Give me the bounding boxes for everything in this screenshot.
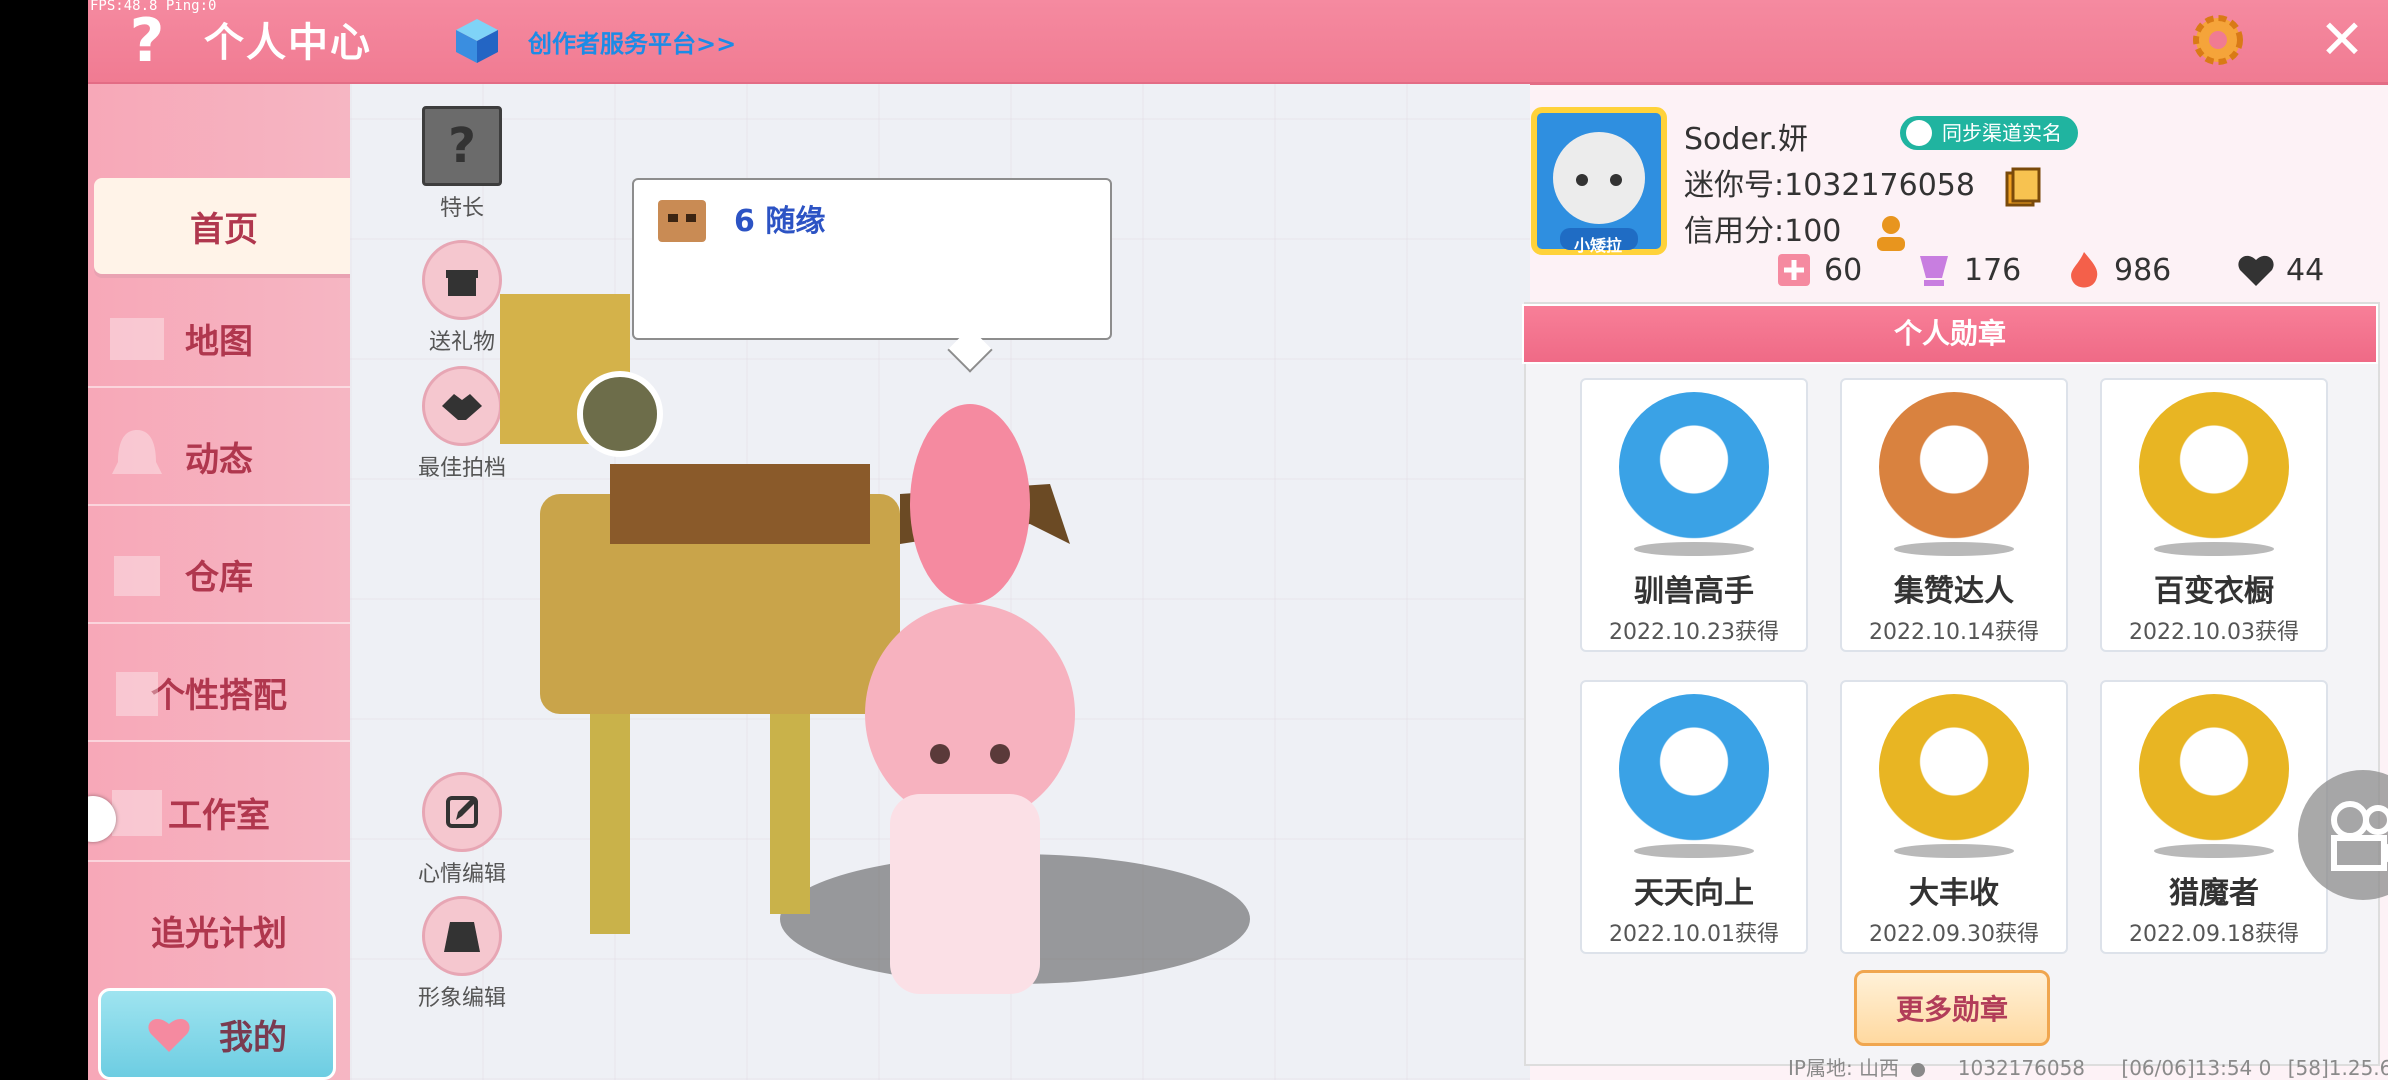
medal-shadow (1894, 542, 2014, 556)
sidebar-item-label: 动态 (185, 439, 253, 480)
sidebar-item-label: 工作室 (168, 795, 270, 836)
stat-heart: 44 (2236, 250, 2324, 290)
sidebar-item-studio[interactable]: 工作室 (88, 764, 350, 862)
credit-text: 信用分:100 (1684, 214, 1842, 249)
medal-card[interactable]: 驯兽高手 2022.10.23获得 (1580, 378, 1808, 652)
medal-icon (1879, 392, 2029, 542)
sync-realname-button[interactable]: 同步渠道实名 (1900, 116, 2078, 150)
medal-card[interactable]: 天天向上 2022.10.01获得 (1580, 680, 1808, 954)
question-icon: ? (422, 106, 502, 186)
page-title: 个人中心 (204, 20, 372, 66)
medal-card[interactable]: 百变衣橱 2022.10.03获得 (2100, 378, 2328, 652)
copy-icon[interactable] (2005, 167, 2041, 207)
trophy-icon (1920, 256, 1948, 286)
info-icon[interactable] (1911, 1062, 1926, 1077)
map-icon (110, 318, 164, 360)
credit-person-icon[interactable] (1871, 213, 1911, 253)
shirt-icon (116, 672, 158, 716)
gear-icon[interactable] (2186, 8, 2250, 72)
character-with-mount-image[interactable] (470, 234, 1190, 1054)
sidebar-item-map[interactable]: 地图 (88, 290, 350, 388)
stat-value: 986 (2114, 252, 2172, 288)
sidebar-item-outfit[interactable]: 个性搭配 (88, 644, 350, 742)
medal-date: 2022.10.03获得 (2129, 620, 2299, 645)
medal-card[interactable]: 集赞达人 2022.10.14获得 (1840, 378, 2068, 652)
medal-icon (1619, 392, 1769, 542)
top-bar: FPS:48.8 Ping:0 ? 个人中心 创作者服务平台>> ✕ (88, 0, 2388, 82)
medal-date: 2022.10.23获得 (1609, 620, 1779, 645)
medal-panel-title: 个人勋章 (1522, 304, 2378, 364)
ip-location: IP属地: 山西 (1788, 1056, 1900, 1080)
stat-flame: 986 (2064, 250, 2171, 290)
card-icon (1778, 254, 1810, 286)
medal-shadow (2154, 844, 2274, 858)
medal-name: 天天向上 (1634, 876, 1754, 911)
user-name: Soder.妍 (1684, 122, 1809, 157)
sidebar-item-home[interactable]: 首页 (94, 178, 354, 274)
mini-id: 迷你号:1032176058 (1684, 160, 2041, 207)
creator-platform-link[interactable]: 创作者服务平台>> (528, 24, 736, 59)
medal-shadow (1634, 542, 1754, 556)
cube-icon (456, 19, 498, 63)
bell-icon (112, 430, 162, 474)
heart-icon (2238, 255, 2274, 286)
record-camera-button[interactable] (2298, 770, 2388, 900)
person-icon (1906, 120, 1932, 146)
stat-cards: 60 (1774, 250, 1862, 290)
medal-card[interactable]: 大丰收 2022.09.30获得 (1840, 680, 2068, 954)
sidebar-item-feed[interactable]: 动态 (88, 408, 350, 506)
sidebar-item-label: 地图 (185, 321, 253, 362)
medal-name: 大丰收 (1909, 876, 1999, 911)
sync-label: 同步渠道实名 (1942, 121, 2062, 145)
credit-score: 信用分:100 (1684, 206, 1911, 253)
sidebar-item-label: 仓库 (185, 557, 253, 598)
medal-date: 2022.09.18获得 (2129, 922, 2299, 947)
sidebar-item-plan[interactable]: 追光计划 (88, 882, 350, 978)
more-medals-button[interactable]: 更多勋章 (1854, 970, 2050, 1046)
help-button[interactable]: ? (112, 6, 182, 76)
mini-id-text: 迷你号:1032176058 (1684, 168, 1975, 203)
character-stage: ? 特长 送礼物 最佳拍档 心情编辑 形象编辑 6 随缘 (350, 84, 1530, 1080)
flame-icon (2071, 252, 2098, 288)
status-line: IP属地: 山西 1032176058 [06/06]13:54 0 [58]1… (1788, 1052, 2388, 1080)
version-text: [58]1.25.6 (2287, 1056, 2388, 1080)
sidebar-item-label: 追光计划 (151, 913, 287, 954)
medal-date: 2022.10.14获得 (1869, 620, 2039, 645)
heart-icon (148, 1018, 190, 1052)
app-window: FPS:48.8 Ping:0 ? 个人中心 创作者服务平台>> ✕ 首页 地图… (88, 0, 2388, 1080)
uid-text: 1032176058 (1957, 1056, 2086, 1080)
stat-value: 176 (1964, 252, 2022, 288)
medal-panel: 个人勋章 驯兽高手 2022.10.23获得 集赞达人 2022.10.14获得 百变衣… (1522, 302, 2380, 1066)
medal-shadow (1894, 844, 2014, 858)
box-icon (114, 556, 160, 596)
stat-trophy: 176 (1914, 250, 2021, 290)
medal-icon (1879, 694, 2029, 844)
close-button[interactable]: ✕ (2310, 8, 2374, 72)
stat-value: 44 (2286, 252, 2325, 288)
medal-icon (2139, 694, 2289, 844)
mine-tab-button[interactable]: 我的 (98, 988, 336, 1080)
avatar-tag: 小矮拉 (1574, 236, 1623, 255)
specialty-button[interactable]: ? 特长 (402, 106, 522, 222)
mine-label: 我的 (219, 1017, 287, 1058)
medal-shadow (2154, 542, 2274, 556)
medal-date: 2022.10.01获得 (1609, 922, 1779, 947)
specialty-label: 特长 (439, 196, 484, 221)
stat-value: 60 (1824, 252, 1863, 288)
sidebar-item-label: 首页 (190, 209, 258, 250)
medal-name: 驯兽高手 (1634, 574, 1754, 609)
sidebar: 首页 地图 动态 仓库 个性搭配 工作室 追光计划 我的 (88, 84, 354, 1080)
camera-icon (2331, 801, 2388, 871)
medal-shadow (1634, 844, 1754, 858)
medal-name: 猎魔者 (2169, 876, 2259, 911)
medal-date: 2022.09.30获得 (1869, 922, 2039, 947)
medal-card[interactable]: 猎魔者 2022.09.18获得 (2100, 680, 2328, 954)
medal-icon (1619, 694, 1769, 844)
medal-name: 集赞达人 (1894, 574, 2014, 609)
medal-icon (2139, 392, 2289, 542)
timestamp-text: [06/06]13:54 0 (2121, 1056, 2272, 1080)
medal-name: 百变衣橱 (2154, 574, 2274, 609)
sidebar-item-warehouse[interactable]: 仓库 (88, 526, 350, 624)
